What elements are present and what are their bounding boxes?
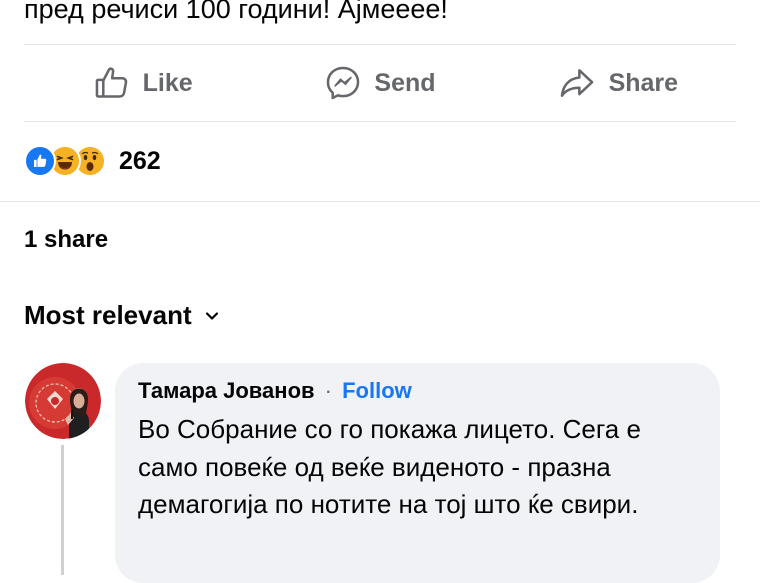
comment-header: Тамара Јованов · Follow: [138, 378, 412, 404]
like-reaction-icon: [24, 145, 56, 177]
comment-text: Во Собрание со го покажа лицето. Сега е …: [138, 414, 641, 519]
messenger-icon: [327, 66, 360, 100]
divider-top: [24, 44, 736, 45]
share-count[interactable]: 1 share: [24, 226, 108, 254]
comment-author[interactable]: Тамара Јованов: [138, 378, 315, 403]
send-label: Send: [374, 68, 436, 97]
comment-sort-dropdown[interactable]: Most relevant: [24, 300, 220, 331]
like-label: Like: [142, 68, 193, 97]
reactions-summary[interactable]: 262: [24, 143, 161, 179]
chevron-down-icon: [205, 311, 218, 320]
divider-reactions: [0, 201, 760, 202]
share-label: Share: [608, 68, 679, 97]
share-arrow-icon: [560, 69, 593, 97]
reaction-count: 262: [119, 146, 161, 175]
separator-dot: ·: [324, 378, 332, 403]
divider-actions: [24, 121, 736, 122]
avatar[interactable]: [25, 363, 101, 439]
thumbs-up-outline-icon: [95, 67, 127, 98]
comment-bubble: Тамара Јованов · Follow Во Собрание со г…: [115, 363, 720, 583]
share-button[interactable]: Share: [499, 58, 736, 108]
post-action-bar: Like Send Share: [24, 58, 736, 108]
follow-button[interactable]: Follow: [342, 378, 412, 403]
post-text: пред речиси 100 години! Ајмееее!: [24, 0, 448, 24]
sort-label: Most relevant: [24, 300, 192, 330]
send-button[interactable]: Send: [261, 58, 498, 108]
like-button[interactable]: Like: [24, 58, 261, 108]
thread-line: [61, 445, 64, 575]
